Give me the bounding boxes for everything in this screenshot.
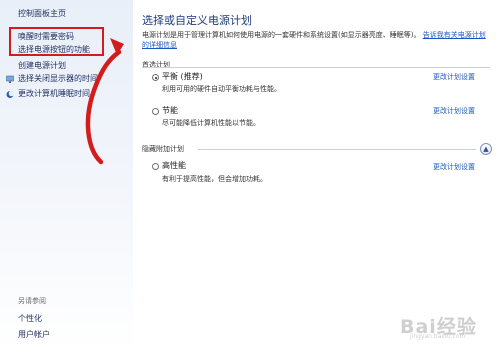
sidebar-item-sleep-time[interactable]: 更改计算机睡眠时间: [6, 89, 90, 99]
sidebar-item-label: 选择关闭显示器的时间: [18, 74, 98, 83]
monitor-icon: [6, 75, 14, 83]
collapse-chevron-icon[interactable]: ▲: [480, 143, 492, 155]
sidebar-item-create-plan[interactable]: 创建电源计划: [18, 61, 66, 71]
plan-power-saver-radio[interactable]: [152, 108, 159, 115]
see-also-heading: 另请参阅: [18, 297, 46, 305]
plan-balanced-description: 利用可用的硬件自动平衡功耗与性能。: [162, 85, 281, 93]
watermark-url: jingyan.baidu.com: [410, 333, 466, 340]
sidebar-item-personalization[interactable]: 个性化: [18, 314, 42, 324]
plan-power-saver-name: 节能: [162, 106, 178, 115]
preferred-plans-heading: 首选计划: [142, 61, 170, 69]
divider: [142, 67, 490, 68]
highlight-box: [9, 27, 104, 56]
page-description: 电源计划是用于管理计算机如何使用电源的一套硬件和系统设置(如显示器亮度、睡眠等)…: [142, 30, 487, 50]
divider: [198, 149, 476, 150]
plan-balanced-radio[interactable]: [152, 74, 159, 81]
sidebar-item-user-accounts[interactable]: 用户帐户: [18, 330, 50, 340]
plan-high-performance-description: 有利于提高性能，但会增加功耗。: [162, 175, 267, 183]
plan-high-performance-name: 高性能: [162, 161, 186, 170]
plan-power-saver-description: 尽可能降低计算机性能以节能。: [162, 119, 260, 127]
plan-power-saver-change-link[interactable]: 更改计划设置: [433, 106, 475, 116]
plan-high-performance-radio[interactable]: [152, 163, 159, 170]
description-text: 电源计划是用于管理计算机如何使用电源的一套硬件和系统设置(如显示器亮度、睡眠等)…: [142, 31, 421, 39]
plan-balanced-name: 平衡 (推荐): [162, 72, 203, 81]
sidebar-item-display-off[interactable]: 选择关闭显示器的时间: [6, 74, 98, 84]
moon-icon: [6, 90, 14, 98]
sidebar-item-label: 更改计算机睡眠时间: [18, 89, 90, 98]
page-title: 选择或自定义电源计划: [142, 14, 252, 27]
sidebar-home-link[interactable]: 控制面板主页: [18, 9, 66, 19]
plan-high-performance-change-link[interactable]: 更改计划设置: [433, 162, 475, 172]
plan-balanced-change-link[interactable]: 更改计划设置: [433, 72, 475, 82]
hidden-plans-heading[interactable]: 隐藏附加计划: [142, 144, 184, 154]
